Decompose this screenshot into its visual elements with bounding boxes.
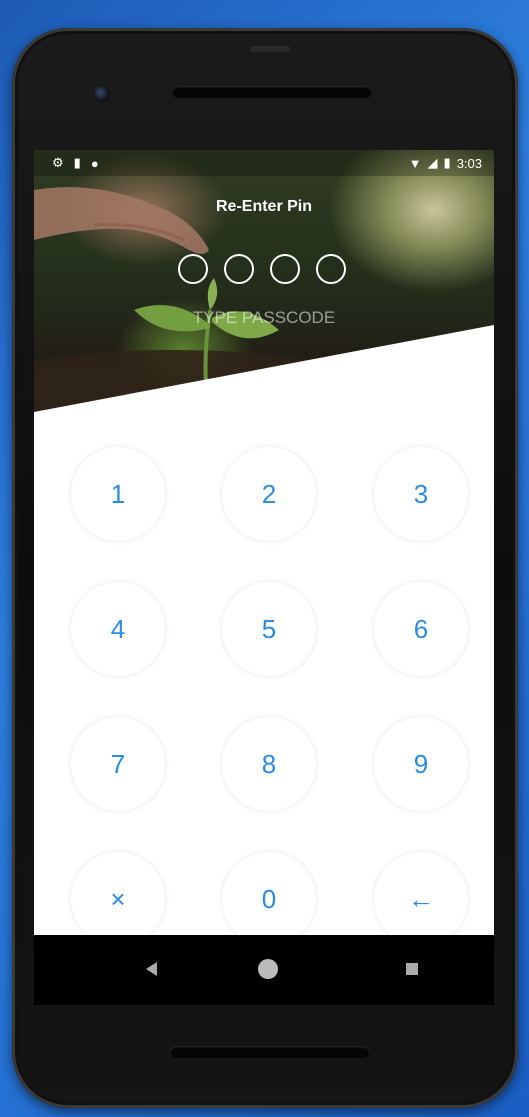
- key-4[interactable]: 4: [71, 582, 165, 676]
- page-title: Re-Enter Pin: [215, 198, 312, 215]
- phone-frame: ⚙ ▮ ● ▼ ◢ ▮ 3:03 Re-Enter Pin TYPE PASSC…: [12, 28, 518, 1108]
- camera-icon: [94, 86, 110, 102]
- earpiece-speaker: [172, 86, 372, 98]
- key-3[interactable]: 3: [374, 447, 468, 541]
- key-9[interactable]: 9: [374, 717, 468, 811]
- pin-dot: [178, 254, 208, 284]
- home-icon[interactable]: [258, 959, 278, 979]
- key-2[interactable]: 2: [222, 447, 316, 541]
- navigation-bar: [34, 935, 494, 1005]
- lock-icon: ▮: [73, 155, 81, 170]
- passcode-hint: TYPE PASSCODE: [192, 308, 336, 327]
- signal-icon: ◢: [427, 155, 438, 170]
- key-5[interactable]: 5: [222, 582, 316, 676]
- recents-icon[interactable]: [406, 963, 418, 975]
- key-8[interactable]: 8: [222, 717, 316, 811]
- bottom-speaker: [170, 1046, 370, 1058]
- clear-button[interactable]: ×: [71, 852, 165, 935]
- circle-icon: ●: [90, 155, 99, 171]
- back-icon[interactable]: [146, 962, 157, 976]
- pin-dot: [316, 254, 346, 284]
- status-time: 3:03: [456, 155, 482, 171]
- pin-indicator: [178, 254, 346, 284]
- key-7[interactable]: 7: [71, 717, 165, 811]
- pin-dot: [270, 254, 300, 284]
- battery-icon: ▮: [443, 155, 451, 170]
- settings-icon: ⚙: [52, 155, 64, 170]
- status-bar: ⚙ ▮ ● ▼ ◢ ▮ 3:03: [34, 150, 494, 176]
- speaker-slot: [250, 46, 290, 52]
- app-screen: ⚙ ▮ ● ▼ ◢ ▮ 3:03 Re-Enter Pin TYPE PASSC…: [34, 150, 494, 935]
- wifi-icon: ▼: [408, 155, 422, 171]
- key-0[interactable]: 0: [222, 852, 316, 935]
- backspace-button[interactable]: ←: [374, 852, 468, 935]
- key-6[interactable]: 6: [374, 582, 468, 676]
- pin-dot: [224, 254, 254, 284]
- key-1[interactable]: 1: [71, 447, 165, 541]
